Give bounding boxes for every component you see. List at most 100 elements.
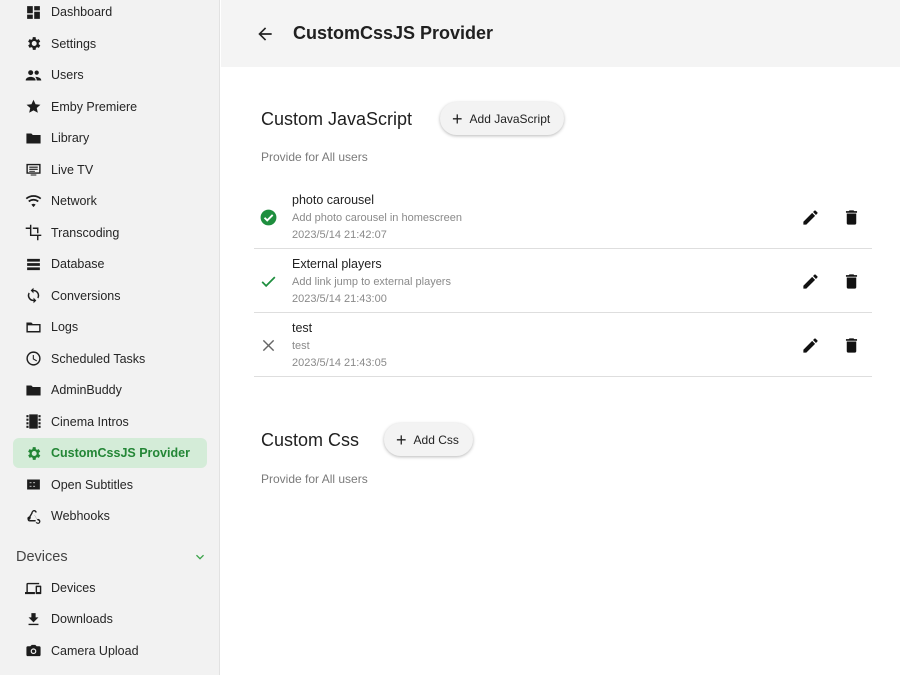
wifi-icon xyxy=(24,192,42,210)
devices-icon xyxy=(24,579,42,597)
edit-button[interactable] xyxy=(799,334,821,356)
item-timestamp: 2023/5/14 21:43:05 xyxy=(292,357,387,369)
script-list-item[interactable]: test test 2023/5/14 21:43:05 xyxy=(254,313,872,377)
camera-icon xyxy=(24,642,42,660)
sidebar-item-label: Webhooks xyxy=(51,509,110,523)
sync-icon xyxy=(24,287,42,305)
sidebar-item-label: Logs xyxy=(51,320,79,334)
sidebar-item-label: Open Subtitles xyxy=(51,477,133,492)
close-icon xyxy=(262,339,274,351)
status-indicator xyxy=(258,207,278,227)
sidebar-item-label: Settings xyxy=(51,36,97,51)
crop-icon xyxy=(24,224,42,242)
folder-icon xyxy=(24,381,42,399)
custom-css-description: Provide for All users xyxy=(261,472,368,486)
gear-icon xyxy=(24,444,42,462)
sidebar-item-webhooks[interactable]: Webhooks xyxy=(13,501,207,531)
sidebar-item-logs[interactable]: Logs xyxy=(13,312,207,342)
live-tv-icon xyxy=(24,161,42,179)
sidebar-item-database[interactable]: Database xyxy=(13,249,207,279)
sidebar-item-label: CustomCssJS Provider xyxy=(51,446,190,460)
custom-js-description: Provide for All users xyxy=(261,150,368,164)
delete-button[interactable] xyxy=(840,206,862,228)
sidebar-item-scheduled-tasks[interactable]: Scheduled Tasks xyxy=(13,344,207,374)
devices-section-header[interactable]: Devices xyxy=(16,546,208,568)
sidebar-item-label: Camera Upload xyxy=(51,643,139,658)
item-description: Add link jump to external players xyxy=(292,276,451,288)
gear-icon xyxy=(24,35,42,53)
sidebar-item-adminbuddy[interactable]: AdminBuddy xyxy=(13,375,207,405)
sidebar: Dashboard Settings Users Emby Premiere Libra… xyxy=(0,0,220,675)
pencil-icon xyxy=(801,336,820,355)
trash-icon xyxy=(842,272,861,291)
sidebar-item-label: Cinema Intros xyxy=(51,414,129,429)
sidebar-item-label: Devices xyxy=(51,581,96,595)
clock-icon xyxy=(24,350,42,368)
delete-button[interactable] xyxy=(840,270,862,292)
sidebar-item-label: AdminBuddy xyxy=(51,383,122,397)
download-icon xyxy=(24,610,42,628)
chevron-down-icon xyxy=(196,554,204,560)
closed-caption-icon xyxy=(24,476,42,494)
script-list-item[interactable]: photo carousel Add photo carousel in home… xyxy=(254,185,872,249)
database-icon xyxy=(24,255,42,273)
sidebar-item-customcssjs-provider[interactable]: CustomCssJS Provider xyxy=(13,438,207,468)
add-css-label: Add Css xyxy=(413,432,459,447)
sidebar-item-emby-premiere[interactable]: Emby Premiere xyxy=(13,92,207,122)
sidebar-item-label: Transcoding xyxy=(51,225,120,240)
sidebar-item-network[interactable]: Network xyxy=(13,186,207,216)
sidebar-item-settings[interactable]: Settings xyxy=(13,29,207,59)
sidebar-item-camera-upload[interactable]: Camera Upload xyxy=(13,636,207,666)
check-circle-icon xyxy=(260,209,276,225)
back-button[interactable] xyxy=(254,23,276,45)
sidebar-item-label: Library xyxy=(51,131,90,145)
page-header: CustomCssJS Provider xyxy=(221,0,900,67)
sidebar-item-label: Dashboard xyxy=(51,5,113,19)
add-javascript-button[interactable]: + Add JavaScript xyxy=(440,102,565,135)
add-javascript-label: Add JavaScript xyxy=(469,111,551,126)
webhook-icon xyxy=(24,507,42,525)
page-title: CustomCssJS Provider xyxy=(293,23,494,43)
sidebar-item-library[interactable]: Library xyxy=(13,123,207,153)
film-icon xyxy=(24,413,42,431)
edit-button[interactable] xyxy=(799,206,821,228)
edit-button[interactable] xyxy=(799,270,821,292)
sidebar-item-label: Emby Premiere xyxy=(51,99,138,114)
sidebar-item-label: Scheduled Tasks xyxy=(51,351,146,366)
sidebar-item-label: Database xyxy=(51,257,105,271)
item-description: Add photo carousel in homescreen xyxy=(292,212,462,224)
trash-icon xyxy=(842,208,861,227)
delete-button[interactable] xyxy=(840,334,862,356)
star-icon xyxy=(24,98,42,116)
item-timestamp: 2023/5/14 21:43:00 xyxy=(292,293,387,305)
custom-js-title: Custom JavaScript xyxy=(261,109,413,129)
check-icon xyxy=(261,276,275,287)
sidebar-item-label: Users xyxy=(51,68,84,82)
plus-icon: + xyxy=(452,108,463,129)
sidebar-item-downloads[interactable]: Downloads xyxy=(13,604,207,634)
pencil-icon xyxy=(801,272,820,291)
item-name: External players xyxy=(292,257,382,271)
sidebar-item-label: Live TV xyxy=(51,162,94,177)
item-timestamp: 2023/5/14 21:42:07 xyxy=(292,229,387,241)
sidebar-item-dashboard[interactable]: Dashboard xyxy=(13,0,207,27)
folder-icon xyxy=(24,129,42,147)
item-name: photo carousel xyxy=(292,193,375,207)
arrow-left-icon xyxy=(258,26,272,41)
users-icon xyxy=(24,66,42,84)
devices-section-label: Devices xyxy=(16,549,68,565)
sidebar-item-live-tv[interactable]: Live TV xyxy=(13,155,207,185)
status-indicator xyxy=(258,271,278,291)
sidebar-item-transcoding[interactable]: Transcoding xyxy=(13,218,207,248)
main-content: Custom JavaScript + Add JavaScript Provi… xyxy=(221,67,900,675)
sidebar-item-label: Conversions xyxy=(51,288,121,303)
sidebar-item-devices[interactable]: Devices xyxy=(13,573,207,603)
sidebar-item-conversions[interactable]: Conversions xyxy=(13,281,207,311)
folder-outline-icon xyxy=(24,318,42,336)
script-list-item[interactable]: External players Add link jump to externa… xyxy=(254,249,872,313)
pencil-icon xyxy=(801,208,820,227)
sidebar-item-users[interactable]: Users xyxy=(13,60,207,90)
sidebar-item-cinema-intros[interactable]: Cinema Intros xyxy=(13,407,207,437)
sidebar-item-open-subtitles[interactable]: Open Subtitles xyxy=(13,470,207,500)
add-css-button[interactable]: + Add Css xyxy=(384,423,473,456)
